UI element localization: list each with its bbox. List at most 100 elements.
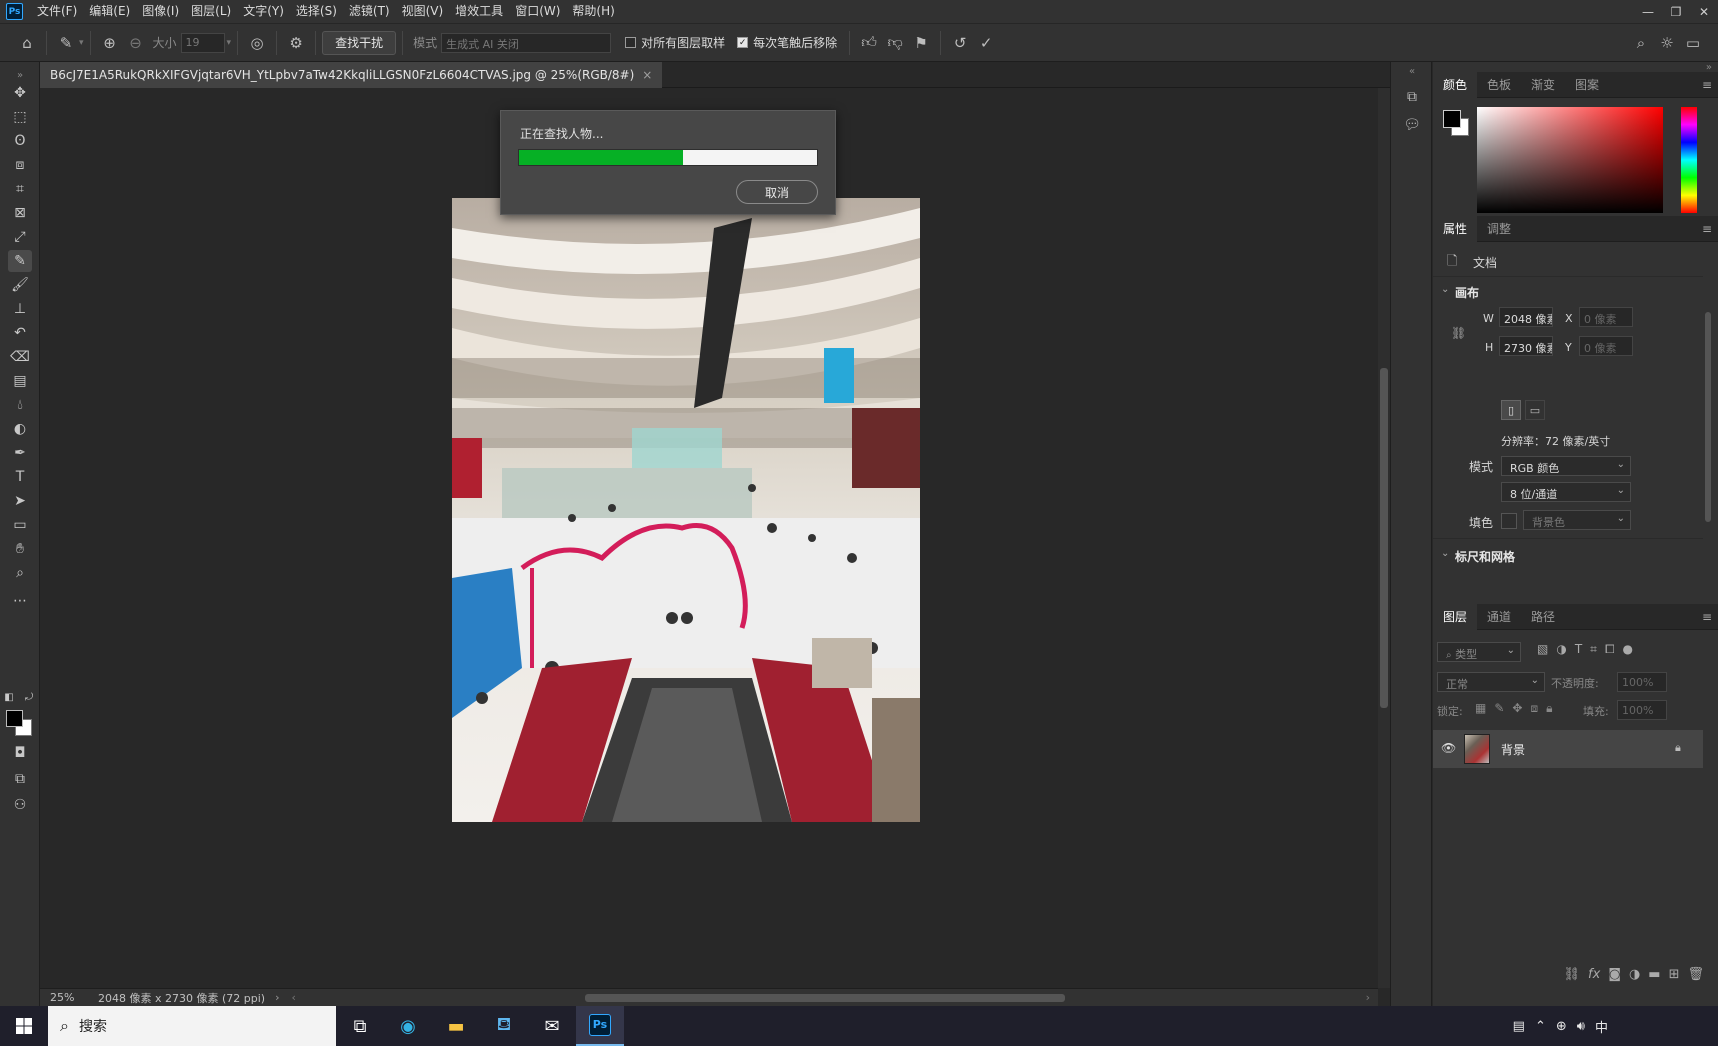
tray-chevron-up-icon[interactable]: ⌃ <box>1535 1019 1546 1034</box>
new-layer-icon[interactable]: ⊞ <box>1669 967 1680 982</box>
size-input[interactable]: 19 <box>180 32 225 53</box>
width-input[interactable]: 2048 像素 <box>1499 307 1553 327</box>
healing-brush-tool-icon[interactable]: ✎ <box>8 250 32 272</box>
checkbox-box[interactable] <box>625 37 637 48</box>
workspace-icon[interactable]: ▭ <box>1680 30 1706 56</box>
color-mode-select[interactable]: RGB 颜色 ⌄ <box>1501 456 1631 476</box>
undo-icon[interactable]: ↺ <box>947 30 973 56</box>
thumbs-up-icon[interactable]: 👍︎ <box>856 30 882 56</box>
menu-file[interactable]: 文件(F) <box>31 0 83 23</box>
windows-start-icon[interactable] <box>0 1006 48 1046</box>
brush-tool-icon[interactable]: 🖌︎ <box>8 274 32 296</box>
tab-properties[interactable]: 属性 <box>1433 215 1478 242</box>
screen-mode-icon[interactable]: ⧉ <box>8 768 32 790</box>
menu-window[interactable]: 窗口(W) <box>509 0 566 23</box>
x-input[interactable]: 0 像素 <box>1579 307 1633 327</box>
more-tools-icon[interactable]: ⋯ <box>8 590 32 612</box>
color-picker-field[interactable] <box>1477 107 1663 213</box>
rulers-grids-section-title[interactable]: 标尺和网格 <box>1455 548 1515 565</box>
photoshop-taskbar-icon[interactable]: Ps <box>576 1006 624 1046</box>
portrait-orientation-icon[interactable]: ▯ <box>1501 400 1521 420</box>
minimize-icon[interactable]: — <box>1634 0 1662 23</box>
filter-type-icon[interactable]: T <box>1575 642 1582 657</box>
clone-stamp-tool-icon[interactable]: ⊥ <box>8 298 32 320</box>
panel-menu-icon[interactable]: ≡ <box>1702 222 1712 236</box>
mail-icon[interactable]: ✉ <box>528 1006 576 1046</box>
height-input[interactable]: 2730 像素 <box>1499 336 1553 356</box>
horizontal-scrollbar-thumb[interactable] <box>585 994 1065 1002</box>
restore-icon[interactable]: ❐ <box>1662 0 1690 23</box>
cancel-button[interactable]: 取消 <box>736 180 818 204</box>
preset-chevron-down-icon[interactable]: ▾ <box>79 38 84 48</box>
eraser-tool-icon[interactable]: ⌫ <box>8 346 32 368</box>
new-group-folder-icon[interactable]: ▬ <box>1648 967 1660 982</box>
tab-patterns[interactable]: 图案 <box>1565 72 1609 98</box>
ime-indicator[interactable]: 中 <box>1595 1017 1608 1036</box>
scroll-left-icon[interactable]: ‹ <box>292 991 296 1004</box>
add-mask-icon[interactable]: ◙ <box>1608 967 1621 982</box>
path-selection-tool-icon[interactable]: ➤ <box>8 490 32 512</box>
brush-settings-icon[interactable]: ◎ <box>244 30 270 56</box>
microsoft-store-icon[interactable]: ⛾ <box>480 1006 528 1046</box>
notification-panel-icon[interactable]: ▤ <box>1513 1019 1525 1034</box>
gear-icon[interactable]: ⚙ <box>283 30 309 56</box>
type-tool-icon[interactable]: T <box>8 466 32 488</box>
dodge-tool-icon[interactable]: ◐ <box>8 418 32 440</box>
filter-shape-icon[interactable]: ⌗ <box>1590 642 1597 657</box>
blend-mode-select[interactable]: 正常 ⌄ <box>1437 672 1545 692</box>
color-foreground-swatch[interactable] <box>1443 110 1461 128</box>
scroll-right-icon[interactable]: › <box>1366 991 1370 1004</box>
collapse-chevron-icon[interactable]: « <box>1401 60 1423 82</box>
menu-edit[interactable]: 编辑(E) <box>83 0 136 23</box>
lasso-tool-icon[interactable]: ʘ <box>8 130 32 152</box>
history-panel-icon[interactable]: ⧉ <box>1401 86 1423 108</box>
swap-colors-icon[interactable]: ⤾ <box>22 686 36 708</box>
volume-speaker-icon[interactable]: 🔊︎ <box>1577 1019 1585 1034</box>
fill-opacity-input[interactable]: 100% <box>1617 700 1667 720</box>
marquee-tool-icon[interactable]: ⬚ <box>8 106 32 128</box>
y-input[interactable]: 0 像素 <box>1579 336 1633 356</box>
canvas-section-title[interactable]: 画布 <box>1455 284 1479 301</box>
layer-name[interactable]: 背景 <box>1501 741 1525 758</box>
pen-tool-icon[interactable]: ✒ <box>8 442 32 464</box>
adjustment-layer-icon[interactable]: ◑ <box>1629 967 1640 982</box>
lock-transparent-icon[interactable]: ▦ <box>1475 701 1486 716</box>
find-distractions-button[interactable]: 查找干扰 <box>322 30 397 55</box>
tab-layers[interactable]: 图层 <box>1433 603 1478 630</box>
taskbar-search-box[interactable]: ⌕ 搜索 <box>48 1006 336 1046</box>
tab-paths[interactable]: 路径 <box>1521 604 1565 630</box>
properties-scrollbar-thumb[interactable] <box>1705 312 1711 522</box>
search-icon[interactable]: ⌕ <box>1628 30 1654 56</box>
rulers-chevron-down-icon[interactable]: ⌄ <box>1441 548 1449 559</box>
edge-browser-icon[interactable]: ◉ <box>384 1006 432 1046</box>
blur-tool-icon[interactable]: 💧︎ <box>8 394 32 416</box>
file-explorer-icon[interactable]: ▬ <box>432 1006 480 1046</box>
mode-select[interactable]: 生成式 AI 关闭 <box>441 32 612 53</box>
move-tool-icon[interactable]: ✥ <box>8 82 32 104</box>
remove-after-stroke-checkbox[interactable]: ✓ 每次笔触后移除 <box>737 34 837 51</box>
document-image[interactable] <box>452 198 920 822</box>
filter-pixel-icon[interactable]: ▧ <box>1537 642 1548 657</box>
crop-tool-icon[interactable]: ⌗ <box>8 178 32 200</box>
content-credentials-icon[interactable]: ⚇ <box>8 794 32 816</box>
task-view-icon[interactable]: ⧉ <box>336 1006 384 1046</box>
vertical-scrollbar[interactable] <box>1378 88 1390 988</box>
commit-check-icon[interactable]: ✓ <box>973 30 999 56</box>
fill-color-swatch[interactable] <box>1501 513 1517 529</box>
home-icon[interactable]: ⌂ <box>14 30 40 56</box>
comments-panel-icon[interactable]: 💬︎ <box>1401 114 1423 136</box>
landscape-orientation-icon[interactable]: ▭ <box>1525 400 1545 420</box>
menu-layer[interactable]: 图层(L) <box>185 0 237 23</box>
quick-mask-icon[interactable]: ◘ <box>8 742 32 764</box>
eyedropper-tool-icon[interactable]: ⤢ <box>8 226 32 248</box>
tab-gradients[interactable]: 渐变 <box>1521 72 1565 98</box>
lock-artboard-icon[interactable]: ⧈ <box>1530 701 1538 716</box>
canvas-area[interactable]: 正在查找人物... 取消 <box>40 88 1378 988</box>
panel-menu-icon[interactable]: ≡ <box>1702 78 1712 92</box>
menu-select[interactable]: 选择(S) <box>290 0 343 23</box>
layer-style-fx-icon[interactable]: fx <box>1588 967 1600 982</box>
menu-type[interactable]: 文字(Y) <box>237 0 290 23</box>
status-chevron-right-icon[interactable]: › <box>275 991 279 1004</box>
filter-adjustment-icon[interactable]: ◑ <box>1556 642 1566 657</box>
object-selection-tool-icon[interactable]: ⧈ <box>8 154 32 176</box>
